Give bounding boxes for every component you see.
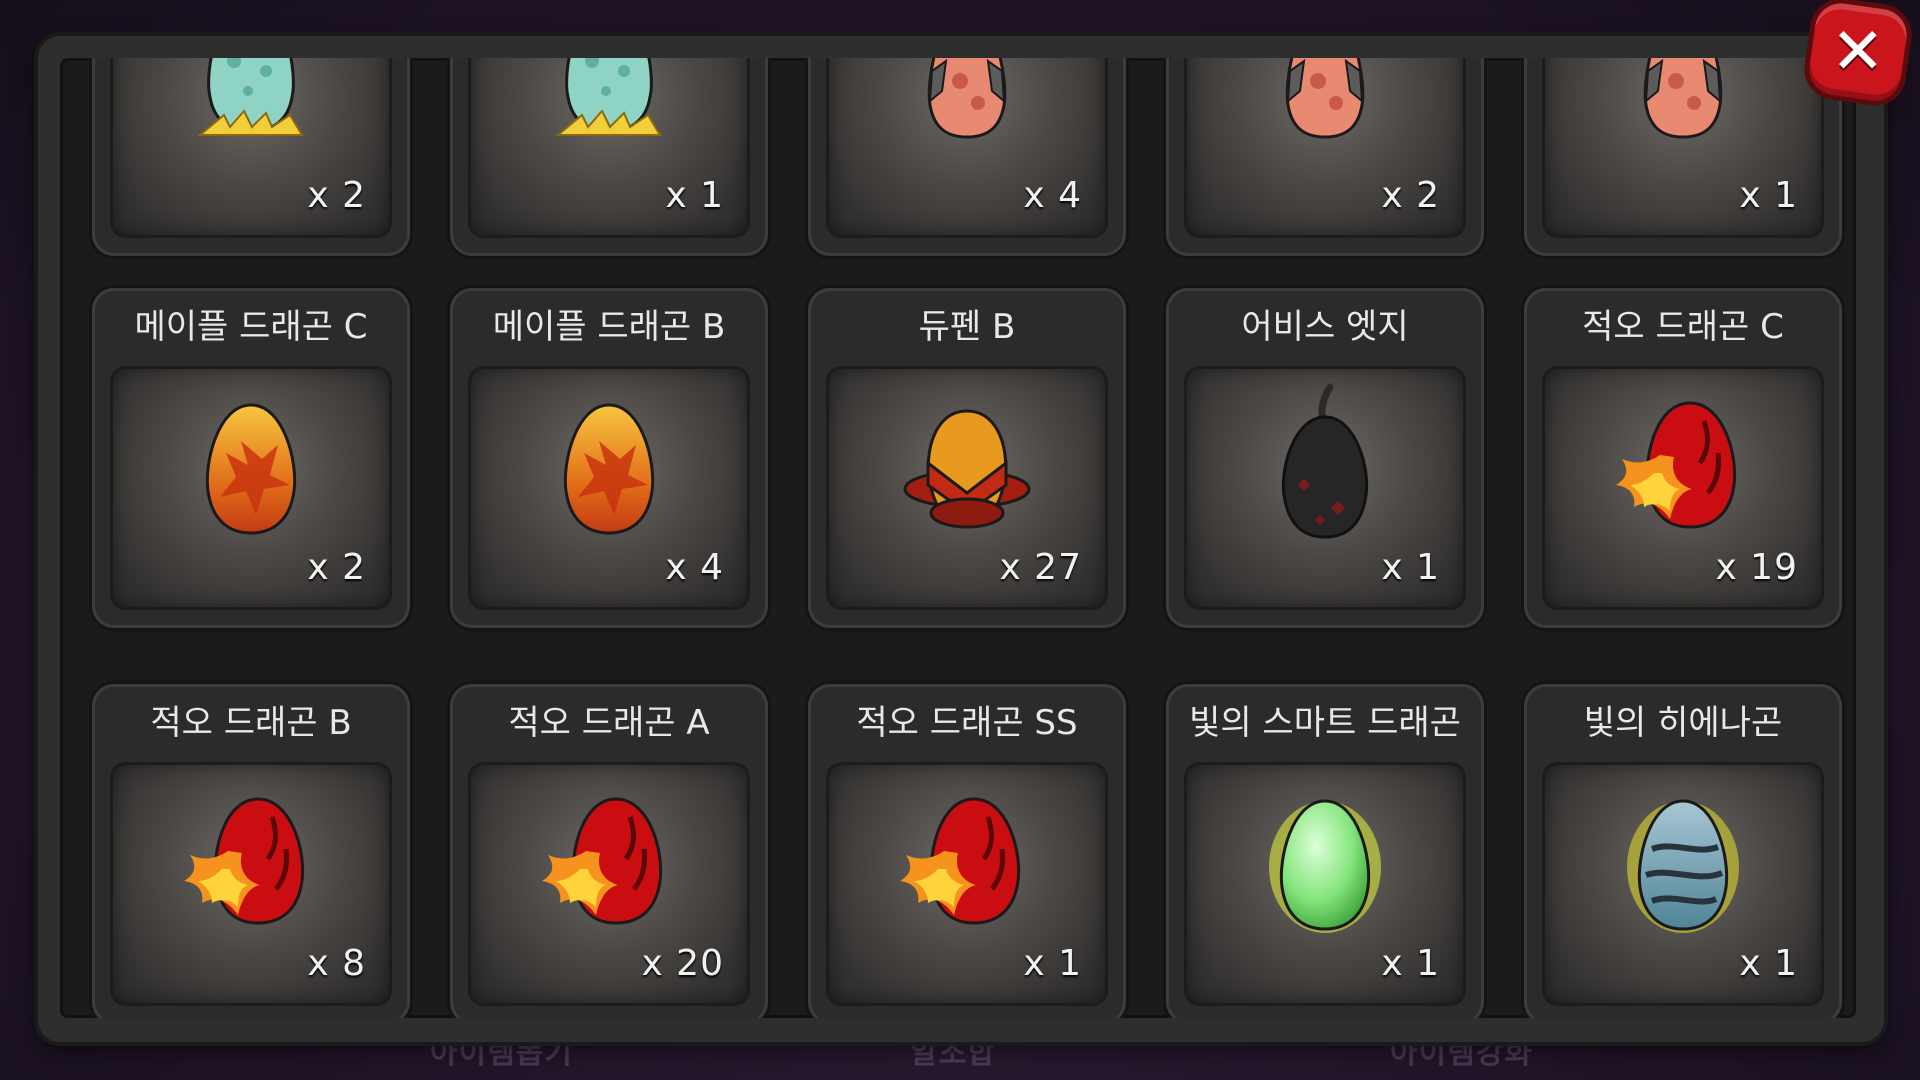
egg-quantity: x 2	[307, 175, 366, 216]
egg-quantity: x 1	[1023, 943, 1082, 984]
egg-slot: x 8	[110, 762, 392, 1006]
egg-quantity: x 4	[1023, 175, 1082, 216]
egg-card[interactable]: x 4	[808, 58, 1126, 256]
egg-quantity: x 4	[665, 547, 724, 588]
egg-icon	[1270, 58, 1380, 151]
egg-quantity: x 2	[307, 547, 366, 588]
egg-name: 어비스 엣지	[1241, 307, 1409, 347]
egg-card[interactable]: 듀펜 B x 27	[808, 288, 1126, 628]
egg-slot: x 4	[468, 366, 750, 610]
egg-quantity: x 1	[1739, 175, 1798, 216]
egg-quantity: x 1	[665, 175, 724, 216]
egg-grid[interactable]: x 2 x 1 x 4 x 2 x 1 메이플 드래곤 C x 2 메이플 드래곤	[60, 58, 1856, 1018]
egg-quantity: x 1	[1381, 547, 1440, 588]
egg-slot: x 2	[110, 366, 392, 610]
close-icon: ✕	[1831, 15, 1885, 89]
egg-card[interactable]: 어비스 엣지 x 1	[1166, 288, 1484, 628]
egg-slot: x 1	[1542, 762, 1824, 1006]
egg-name: 듀펜 B	[918, 307, 1016, 347]
egg-icon	[544, 393, 674, 543]
egg-card[interactable]: 빛의 스마트 드래곤 x 1	[1166, 684, 1484, 1018]
egg-slot: x 1	[1184, 762, 1466, 1006]
egg-quantity: x 27	[999, 547, 1082, 588]
egg-quantity: x 19	[1715, 547, 1798, 588]
egg-card[interactable]: x 1	[1524, 58, 1842, 256]
egg-slot: x 2	[110, 58, 392, 238]
egg-icon	[534, 789, 684, 939]
egg-slot: x 1	[1184, 366, 1466, 610]
egg-name: 메이플 드래곤 B	[492, 307, 726, 347]
egg-card[interactable]: 메이플 드래곤 C x 2	[92, 288, 410, 628]
egg-icon	[892, 789, 1042, 939]
egg-icon	[186, 58, 316, 161]
egg-slot: x 20	[468, 762, 750, 1006]
egg-slot: x 4	[826, 58, 1108, 238]
egg-name: 적오 드래곤 SS	[856, 703, 1078, 743]
egg-icon	[912, 58, 1022, 151]
egg-card[interactable]: 빛의 히에나곤 x 1	[1524, 684, 1842, 1018]
egg-slot: x 27	[826, 366, 1108, 610]
egg-icon	[176, 789, 326, 939]
egg-card[interactable]: 적오 드래곤 A x 20	[450, 684, 768, 1018]
egg-quantity: x 20	[641, 943, 724, 984]
egg-name: 빛의 스마트 드래곤	[1189, 703, 1461, 743]
egg-icon	[1628, 58, 1738, 151]
egg-quantity: x 1	[1739, 943, 1798, 984]
egg-name: 적오 드래곤 A	[508, 703, 710, 743]
egg-slot: x 1	[468, 58, 750, 238]
egg-card[interactable]: x 2	[1166, 58, 1484, 256]
egg-card[interactable]: 적오 드래곤 B x 8	[92, 684, 410, 1018]
egg-card[interactable]: x 1	[450, 58, 768, 256]
egg-quantity: x 1	[1381, 943, 1440, 984]
egg-slot: x 1	[1542, 58, 1824, 238]
egg-icon	[892, 393, 1042, 543]
egg-icon	[186, 393, 316, 543]
egg-card[interactable]: 적오 드래곤 C x 19	[1524, 288, 1842, 628]
egg-name: 메이플 드래곤 C	[134, 307, 368, 347]
close-button[interactable]: ✕	[1806, 0, 1910, 104]
egg-card[interactable]: 메이플 드래곤 B x 4	[450, 288, 768, 628]
egg-card[interactable]: x 2	[92, 58, 410, 256]
egg-card[interactable]: 적오 드래곤 SS x 1	[808, 684, 1126, 1018]
egg-icon	[1260, 789, 1390, 939]
egg-name: 적오 드래곤 B	[150, 703, 352, 743]
egg-icon	[1608, 393, 1758, 543]
egg-name: 빛의 히에나곤	[1583, 703, 1783, 743]
egg-icon	[1618, 789, 1748, 939]
egg-slot: x 1	[826, 762, 1108, 1006]
egg-quantity: x 8	[307, 943, 366, 984]
egg-icon	[544, 58, 674, 161]
egg-slot: x 19	[1542, 366, 1824, 610]
egg-icon	[1260, 383, 1390, 553]
egg-slot: x 2	[1184, 58, 1466, 238]
egg-quantity: x 2	[1381, 175, 1440, 216]
egg-name: 적오 드래곤 C	[1582, 307, 1784, 347]
